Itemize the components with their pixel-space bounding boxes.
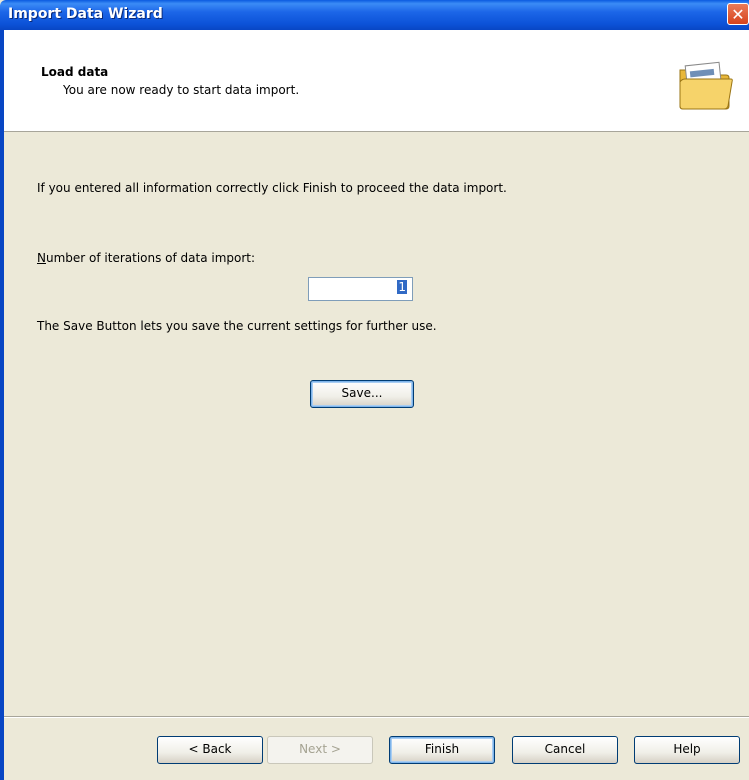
iterations-label-text: umber of iterations of data import: (45, 251, 256, 265)
close-icon: ✕ (731, 5, 745, 24)
save-description: The Save Button lets you save the curren… (37, 319, 437, 333)
save-button[interactable]: Save... (310, 380, 414, 408)
window-title: Import Data Wizard (8, 6, 163, 22)
back-button[interactable]: < Back (157, 736, 263, 764)
title-bar[interactable]: Import Data Wizard ✕ (0, 0, 749, 30)
help-button[interactable]: Help (634, 736, 740, 764)
close-button[interactable]: ✕ (727, 3, 749, 25)
iterations-label: Number of iterations of data import: (37, 251, 255, 265)
instruction-text: If you entered all information correctly… (37, 181, 507, 195)
finish-button[interactable]: Finish (389, 736, 495, 764)
iterations-label-mnemonic: N (37, 251, 46, 265)
cancel-button[interactable]: Cancel (512, 736, 618, 764)
wizard-header: Load data You are now ready to start dat… (4, 30, 749, 132)
iterations-input[interactable]: 1 (308, 277, 413, 301)
next-button[interactable]: Next > (267, 736, 373, 764)
window-frame (0, 30, 4, 780)
folder-icon (679, 61, 733, 110)
header-subtitle: You are now ready to start data import. (63, 83, 300, 97)
iterations-value: 1 (397, 280, 407, 294)
header-title: Load data (41, 65, 109, 79)
footer-separator (4, 716, 749, 718)
